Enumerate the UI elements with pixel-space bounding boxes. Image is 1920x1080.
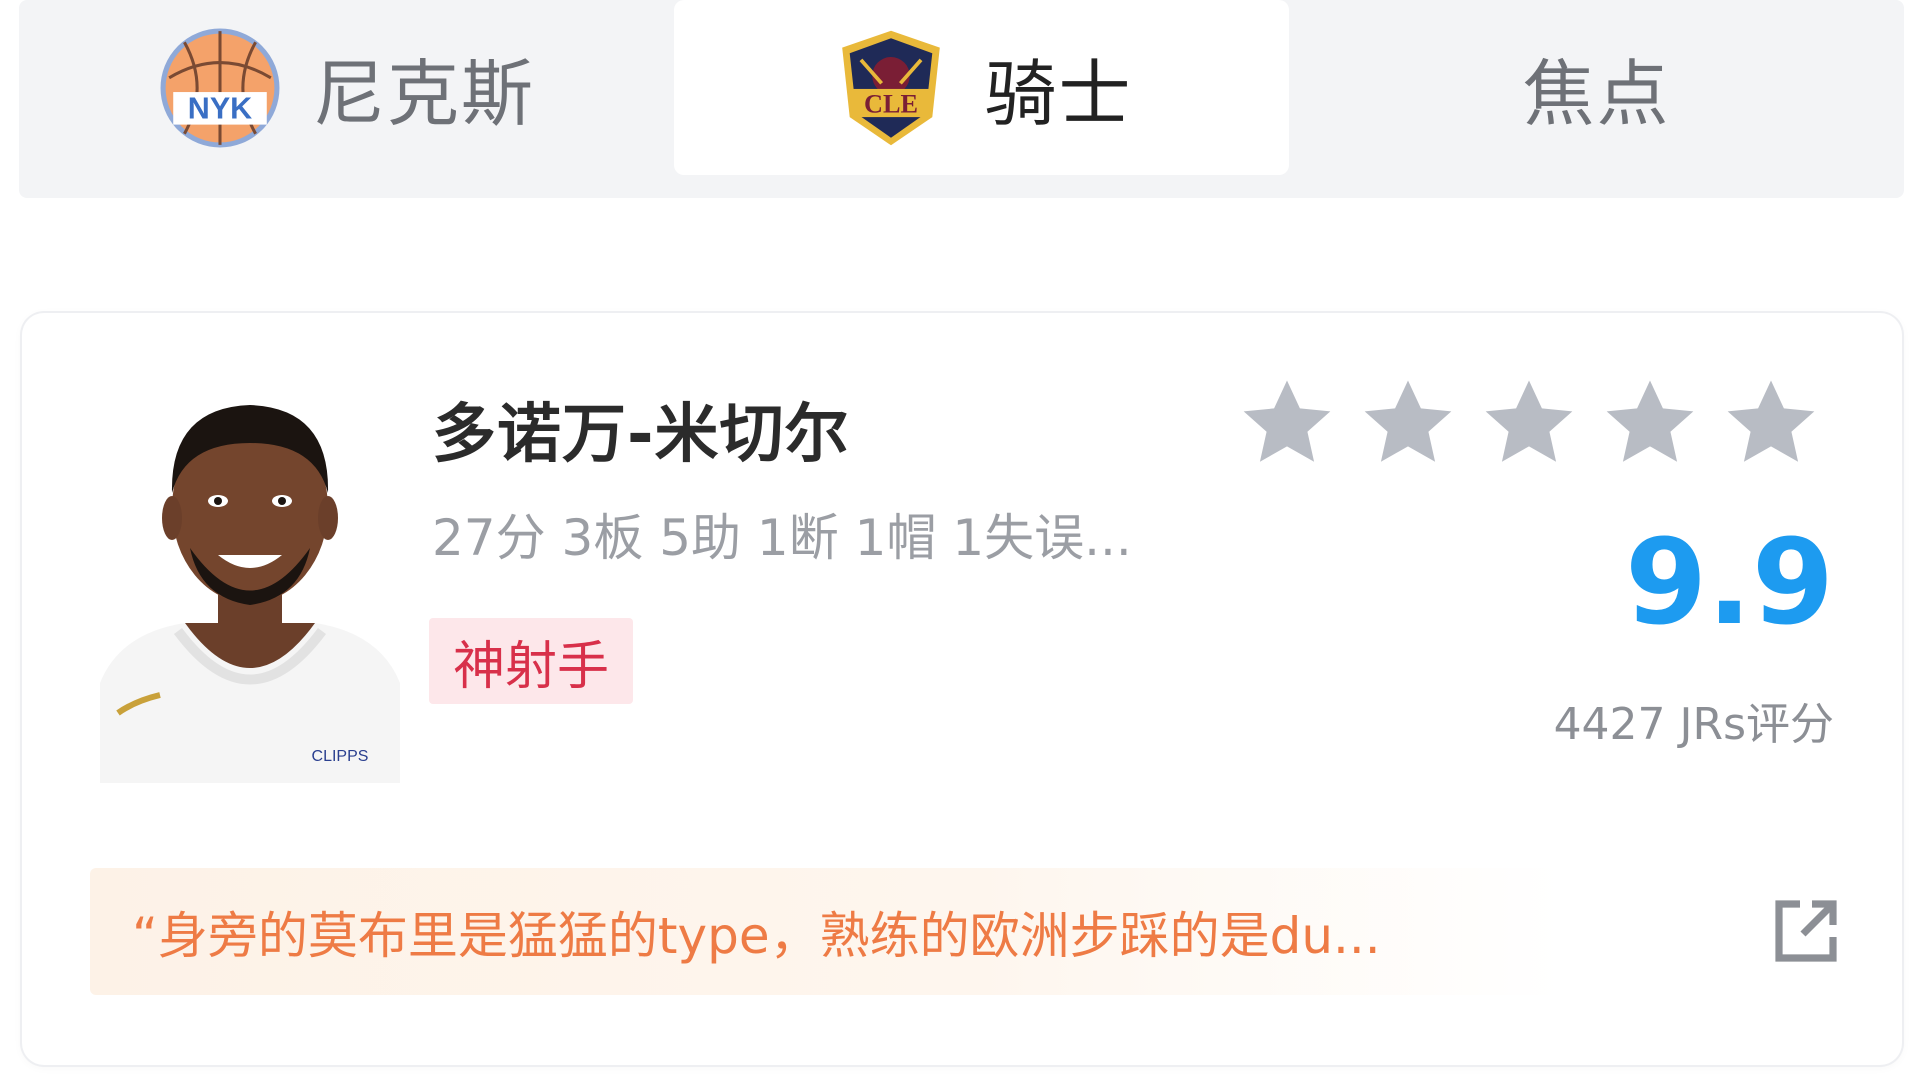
- svg-text:CLE: CLE: [864, 89, 918, 118]
- external-link-icon[interactable]: [1770, 895, 1842, 967]
- star-icon[interactable]: [1600, 373, 1700, 473]
- tab-knicks-label: 尼克斯: [313, 52, 536, 136]
- star-icon[interactable]: [1237, 373, 1337, 473]
- player-avatar: CLIPPS: [100, 405, 400, 783]
- player-stats-line: 27分 3板 5助 1断 1帽 1失误...: [432, 509, 1132, 567]
- rating-vote-count: 4427 JRs评分: [1553, 699, 1834, 750]
- star-icon[interactable]: [1479, 373, 1579, 473]
- star-icon[interactable]: [1358, 373, 1458, 473]
- team-tab-bar: NYK 尼克斯 CLE 骑士 焦点: [19, 0, 1904, 198]
- svg-text:NYK: NYK: [188, 91, 252, 125]
- tab-focus-label: 焦点: [1522, 52, 1671, 136]
- hot-comment-text: “身旁的莫布里是猛猛的type，熟练的欧洲步踩的是du...: [132, 906, 1381, 965]
- svg-text:CLIPPS: CLIPPS: [312, 748, 369, 765]
- star-icon[interactable]: [1721, 373, 1821, 473]
- rating-stars[interactable]: [1237, 373, 1821, 473]
- cavaliers-logo-icon: CLE: [842, 30, 941, 145]
- tab-focus[interactable]: 焦点: [1289, 0, 1904, 175]
- hot-comment[interactable]: “身旁的莫布里是猛猛的type，熟练的欧洲步踩的是du...: [90, 868, 1562, 995]
- tab-knicks[interactable]: NYK 尼克斯: [159, 0, 599, 175]
- tab-cavaliers[interactable]: CLE 骑士: [674, 0, 1289, 175]
- tab-cavaliers-label: 骑士: [984, 52, 1133, 136]
- rating-score: 9.9: [1624, 513, 1834, 651]
- player-name: 多诺万-米切尔: [432, 398, 850, 472]
- player-rating-card[interactable]: CLIPPS 多诺万-米切尔 27分 3板 5助 1断 1帽 1失误... 神射…: [22, 313, 1902, 1065]
- player-tag-badge: 神射手: [429, 618, 634, 704]
- knicks-logo-icon: NYK: [160, 28, 280, 147]
